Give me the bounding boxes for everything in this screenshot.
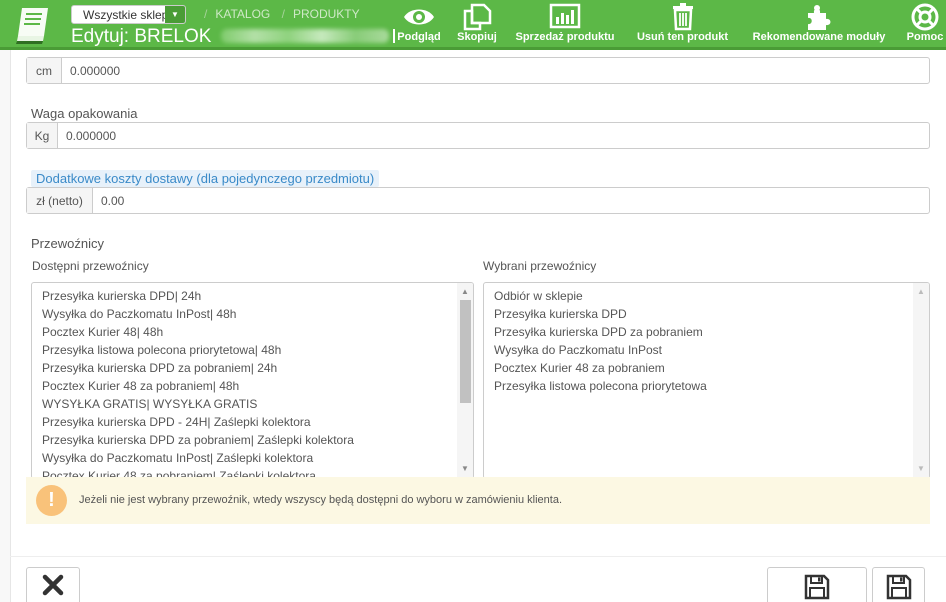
cancel-button[interactable] — [26, 567, 80, 602]
scroll-up-icon[interactable]: ▲ — [457, 285, 473, 299]
carrier-notice-text: Jeżeli nie jest wybrany przewoźnik, wted… — [79, 494, 563, 506]
carriers-title: Przewoźnicy — [31, 236, 104, 251]
list-item[interactable]: Przesyłka kurierska DPD za pobraniem — [494, 325, 929, 343]
sales-label: Sprzedaż produktu — [515, 31, 615, 43]
extra-shipping-label[interactable]: Dodatkowe koszty dostawy (dla pojedyncze… — [31, 170, 380, 187]
list-item[interactable]: Pocztex Kurier 48 za pobraniem| 48h — [42, 379, 473, 397]
list-item[interactable]: Przesyłka kurierska DPD — [494, 307, 929, 325]
available-carriers-list[interactable]: Przesyłka kurierska DPD| 24h Wysyłka do P… — [31, 282, 474, 479]
scroll-down-icon[interactable]: ▼ — [457, 462, 473, 476]
scroll-down-icon[interactable]: ▼ — [913, 462, 929, 476]
list-item[interactable]: Wysyłka do Paczkomatu InPost| Zaślepki k… — [42, 451, 473, 469]
recommended-modules-button[interactable]: Rekomendowane moduły — [745, 3, 893, 43]
selected-carriers-scrollbar[interactable]: ▲ ▼ — [913, 283, 929, 478]
list-item[interactable]: Przesyłka listowa polecona priorytetowa — [494, 379, 929, 397]
weight-unit: Kg — [27, 123, 58, 148]
depth-input-group: cm 0.000000 — [26, 57, 930, 84]
weight-input-group: Kg 0.000000 — [26, 122, 930, 149]
floppy-disk-icon — [886, 574, 911, 600]
duplicate-label: Skopiuj — [457, 31, 497, 43]
puzzle-icon — [808, 5, 831, 30]
footer-divider — [10, 556, 946, 557]
extra-shipping-input-group: zł (netto) 0.00 — [26, 187, 930, 214]
duplicate-button[interactable]: Skopiuj — [454, 3, 500, 43]
list-item[interactable]: Przesyłka kurierska DPD - 24H| Zaślepki … — [42, 415, 473, 433]
list-item[interactable]: Wysyłka do Paczkomatu InPost — [494, 343, 929, 361]
preview-button[interactable]: Podgląd — [395, 3, 443, 43]
scroll-thumb[interactable] — [460, 300, 471, 403]
list-item[interactable]: Przesyłka kurierska DPD za pobraniem| 24… — [42, 361, 473, 379]
header-toolbar: Podgląd Skopiuj Sprzedaż produktu Usuń t… — [0, 3, 946, 47]
list-item[interactable]: Pocztex Kurier 48| 48h — [42, 325, 473, 343]
selected-carriers-items: Odbiór w sklepie Przesyłka kurierska DPD P… — [484, 283, 929, 397]
scroll-up-icon[interactable]: ▲ — [913, 285, 929, 299]
help-label: Pomoc — [906, 31, 944, 43]
list-item[interactable]: WYSYŁKA GRATIS| WYSYŁKA GRATIS — [42, 397, 473, 415]
warning-icon: ! — [36, 485, 67, 516]
available-carriers-label: Dostępni przewoźnicy — [32, 259, 149, 273]
floppy-disk-icon — [804, 574, 830, 600]
list-item[interactable]: Odbiór w sklepie — [494, 289, 929, 307]
save-button[interactable] — [767, 567, 867, 602]
help-button[interactable]: Pomoc — [902, 3, 946, 43]
save-and-stay-button[interactable] — [872, 567, 925, 602]
weight-label: Waga opakowania — [31, 106, 138, 121]
carrier-notice: ! Jeżeli nie jest wybrany przewoźnik, wt… — [26, 477, 930, 524]
recommended-modules-label: Rekomendowane moduły — [752, 31, 886, 43]
extra-shipping-unit: zł (netto) — [27, 188, 93, 213]
delete-label: Usuń ten produkt — [636, 31, 729, 43]
available-carriers-items: Przesyłka kurierska DPD| 24h Wysyłka do P… — [32, 283, 473, 478]
close-icon — [42, 574, 64, 596]
weight-input[interactable]: 0.000000 — [58, 123, 116, 148]
list-item[interactable]: Przesyłka kurierska DPD| 24h — [42, 289, 473, 307]
depth-unit: cm — [27, 58, 62, 83]
extra-shipping-input[interactable]: 0.00 — [93, 188, 124, 213]
bar-chart-icon — [549, 3, 581, 29]
sales-button[interactable]: Sprzedaż produktu — [510, 3, 620, 43]
selected-carriers-list[interactable]: Odbiór w sklepie Przesyłka kurierska DPD P… — [483, 282, 930, 479]
list-item[interactable]: Wysyłka do Paczkomatu InPost| 48h — [42, 307, 473, 325]
list-item[interactable]: Przesyłka listowa polecona priorytetowa|… — [42, 343, 473, 361]
available-carriers-scrollbar[interactable]: ▲ ▼ — [457, 283, 473, 478]
delete-button[interactable]: Usuń ten produkt — [630, 3, 735, 43]
list-item[interactable]: Pocztex Kurier 48 za pobraniem — [494, 361, 929, 379]
copy-icon — [463, 3, 492, 31]
eye-icon — [404, 9, 434, 25]
preview-label: Podgląd — [397, 31, 441, 43]
page-header: Wszystkie sklepy ▼ / KATALOG / PRODUKTY Ed… — [0, 0, 946, 50]
selected-carriers-label: Wybrani przewoźnicy — [483, 259, 597, 273]
depth-input[interactable]: 0.000000 — [62, 58, 120, 83]
lifebuoy-icon — [911, 3, 939, 31]
list-item[interactable]: Przesyłka kurierska DPD za pobraniem| Za… — [42, 433, 473, 451]
trash-icon — [672, 3, 693, 31]
